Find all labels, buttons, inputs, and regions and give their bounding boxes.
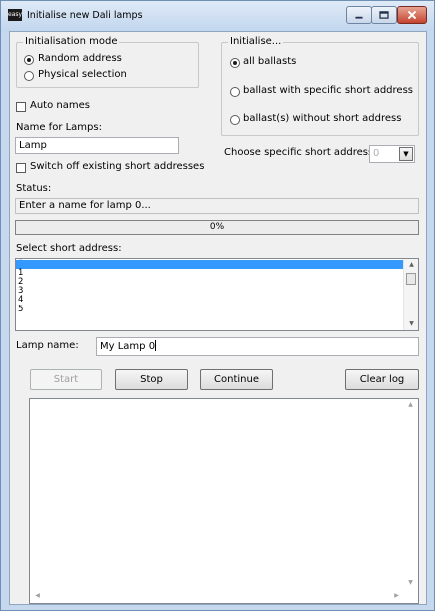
without-short-address-radio[interactable]	[230, 115, 240, 125]
window-title: Initialise new Dali lamps	[27, 10, 143, 21]
listbox-scrollbar[interactable]: ▲ ▼	[403, 259, 418, 330]
select-short-address-label: Select short address:	[16, 243, 122, 254]
short-address-item[interactable]: 0	[16, 260, 403, 269]
initialisation-mode-group: Initialisation mode Random address Physi…	[16, 36, 199, 88]
chevron-down-icon[interactable]: ▼	[399, 147, 413, 161]
text-cursor	[155, 340, 157, 351]
switch-off-short-addresses-checkbox[interactable]	[16, 163, 26, 173]
name-for-lamps-input[interactable]: Lamp	[15, 137, 179, 154]
scroll-up-icon[interactable]: ▲	[404, 259, 418, 271]
initialise-group: Initialise... all ballasts ballast with …	[221, 36, 419, 136]
log-textarea[interactable]: ▲ ▼ ◀ ▶	[29, 398, 419, 604]
progress-text: 0%	[209, 222, 225, 232]
dialog-client-area: Initialisation mode Random address Physi…	[9, 31, 427, 605]
short-address-listbox[interactable]: 0 1 2 3 4 5 ▲ ▼	[15, 258, 419, 331]
specific-short-address-radio[interactable]	[230, 87, 240, 97]
dialog-window: easy Initialise new Dali lamps Initialis…	[0, 0, 435, 611]
switch-off-short-addresses-label[interactable]: Switch off existing short addresses	[30, 161, 204, 172]
scroll-thumb[interactable]	[406, 273, 416, 285]
clear-log-button[interactable]: Clear log	[345, 369, 419, 390]
log-horizontal-scrollbar[interactable]: ◀ ▶	[30, 588, 404, 603]
close-icon	[407, 10, 417, 20]
initialise-legend: Initialise...	[228, 36, 284, 47]
specific-short-address-label[interactable]: ballast with specific short address	[243, 85, 413, 96]
scroll-down-icon[interactable]: ▼	[404, 318, 418, 330]
lamp-name-value: My Lamp 0	[100, 341, 156, 352]
physical-selection-radio[interactable]	[24, 71, 34, 81]
continue-button[interactable]: Continue	[200, 369, 273, 390]
stop-button[interactable]: Stop	[115, 369, 188, 390]
lamp-name-label: Lamp name:	[16, 340, 79, 351]
all-ballasts-label[interactable]: all ballasts	[243, 56, 296, 67]
initialisation-mode-legend: Initialisation mode	[23, 36, 120, 47]
auto-names-checkbox[interactable]	[16, 102, 26, 112]
physical-selection-label[interactable]: Physical selection	[38, 69, 127, 80]
short-address-items: 0 1 2 3 4 5	[16, 260, 403, 311]
random-address-label[interactable]: Random address	[38, 53, 122, 64]
short-address-item[interactable]: 3	[16, 287, 403, 296]
short-address-item[interactable]: 1	[16, 269, 403, 278]
short-address-item[interactable]: 2	[16, 278, 403, 287]
minimize-button[interactable]	[346, 6, 372, 24]
log-scroll-left-icon[interactable]: ◀	[30, 590, 45, 602]
random-address-radio[interactable]	[24, 55, 34, 65]
lamp-name-input[interactable]: My Lamp 0	[96, 337, 419, 356]
short-address-item[interactable]: 5	[16, 305, 403, 311]
specific-address-value: 0	[373, 148, 380, 159]
short-address-item[interactable]: 4	[16, 296, 403, 305]
name-for-lamps-label: Name for Lamps:	[16, 122, 102, 133]
progress-bar: 0%	[15, 220, 419, 235]
status-field: Enter a name for lamp 0...	[15, 198, 419, 214]
log-scroll-down-icon[interactable]: ▼	[403, 577, 418, 589]
log-scroll-up-icon[interactable]: ▲	[403, 399, 418, 411]
without-short-address-label[interactable]: ballast(s) without short address	[243, 113, 401, 124]
choose-specific-address-label: Choose specific short address:	[224, 147, 377, 158]
minimize-icon	[355, 16, 363, 19]
log-vertical-scrollbar[interactable]: ▲ ▼	[403, 399, 418, 589]
title-bar[interactable]: easy Initialise new Dali lamps	[1, 1, 434, 31]
maximize-button[interactable]	[371, 6, 397, 24]
specific-address-combo[interactable]: 0 ▼	[369, 145, 415, 163]
close-button[interactable]	[397, 6, 427, 24]
all-ballasts-radio[interactable]	[230, 58, 240, 68]
start-button[interactable]: Start	[30, 369, 102, 390]
log-scroll-right-icon[interactable]: ▶	[389, 590, 404, 602]
auto-names-label[interactable]: Auto names	[30, 100, 90, 111]
maximize-icon	[379, 11, 389, 19]
app-icon: easy	[8, 9, 22, 21]
status-label: Status:	[16, 183, 52, 194]
